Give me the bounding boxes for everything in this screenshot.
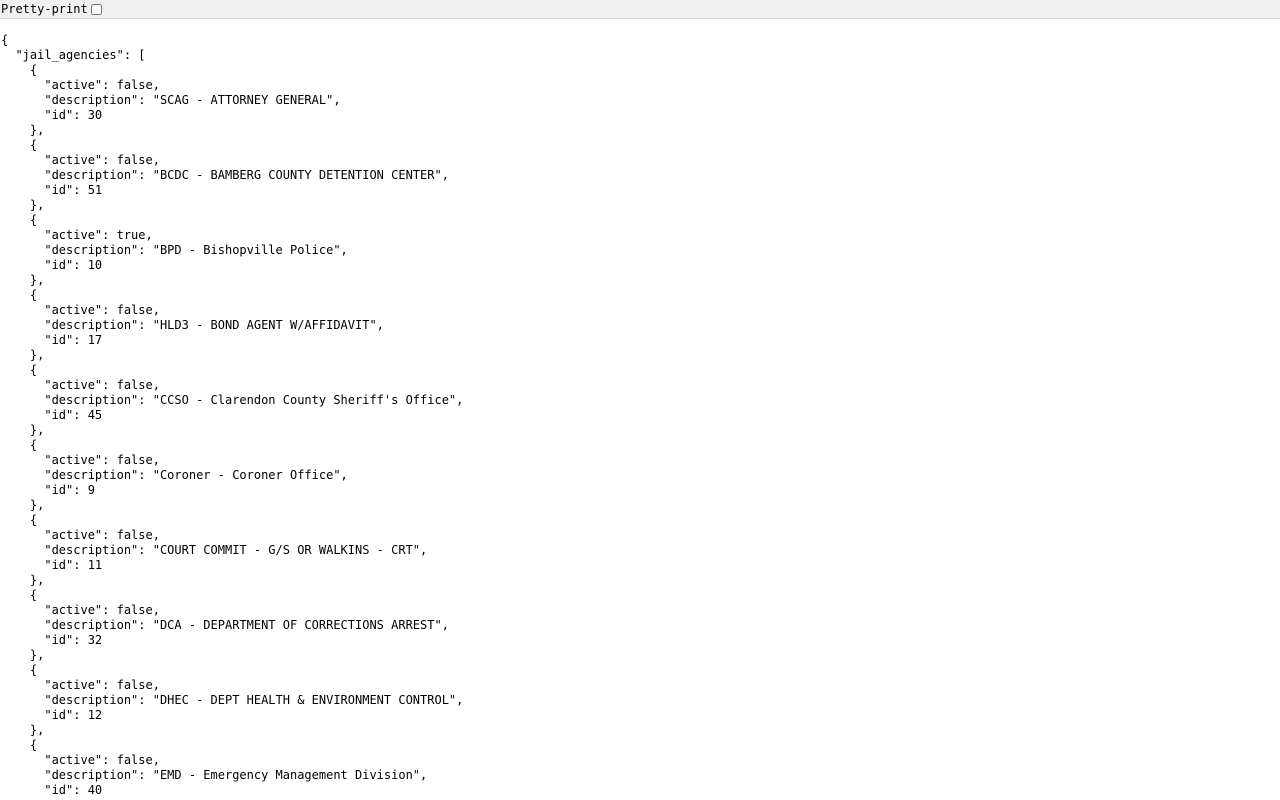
json-description-line: "description": "COURT COMMIT - G/S OR WA… — [1, 543, 428, 557]
json-description-line: "description": "Coroner - Coroner Office… — [1, 468, 348, 482]
json-object-close: }, — [1, 348, 45, 362]
json-description-line: "description": "SCAG - ATTORNEY GENERAL"… — [1, 93, 341, 107]
json-active-line: "active": false, — [1, 153, 160, 167]
json-id-line: "id": 9 — [1, 483, 95, 497]
json-object-open: { — [1, 213, 38, 227]
json-brace-open: { — [1, 33, 9, 47]
json-active-line: "active": true, — [1, 228, 153, 242]
json-description-line: "description": "BCDC - BAMBERG COUNTY DE… — [1, 168, 449, 182]
json-description-line: "description": "CCSO - Clarendon County … — [1, 393, 464, 407]
json-object-close: }, — [1, 273, 45, 287]
json-object-close: }, — [1, 198, 45, 212]
json-active-line: "active": false, — [1, 378, 160, 392]
pretty-print-label[interactable]: Pretty-print — [0, 0, 88, 18]
json-id-line: "id": 10 — [1, 258, 103, 272]
json-object-open: { — [1, 63, 38, 77]
json-id-line: "id": 32 — [1, 633, 103, 647]
json-object-close: }, — [1, 123, 45, 137]
json-object-open: { — [1, 588, 38, 602]
json-active-line: "active": false, — [1, 753, 160, 767]
json-active-line: "active": false, — [1, 78, 160, 92]
json-object-open: { — [1, 663, 38, 677]
json-root-key: "jail_agencies": [ — [1, 48, 146, 62]
json-object-open: { — [1, 138, 38, 152]
json-description-line: "description": "DHEC - DEPT HEALTH & ENV… — [1, 693, 464, 707]
pretty-print-checkbox[interactable] — [90, 3, 102, 15]
json-active-line: "active": false, — [1, 453, 160, 467]
json-id-line: "id": 51 — [1, 183, 103, 197]
json-description-line: "description": "DCA - DEPARTMENT OF CORR… — [1, 618, 449, 632]
json-object-close: }, — [1, 573, 45, 587]
json-object-open: { — [1, 738, 38, 752]
json-object-close: }, — [1, 423, 45, 437]
json-object-open: { — [1, 513, 38, 527]
json-object-close: }, — [1, 498, 45, 512]
json-id-line: "id": 12 — [1, 708, 103, 722]
json-object-close: }, — [1, 723, 45, 737]
json-description-line: "description": "EMD - Emergency Manageme… — [1, 768, 428, 782]
json-description-line: "description": "HLD3 - BOND AGENT W/AFFI… — [1, 318, 384, 332]
json-object-close: }, — [1, 648, 45, 662]
json-description-line: "description": "BPD - Bishopville Police… — [1, 243, 348, 257]
json-object-open: { — [1, 438, 38, 452]
json-id-line: "id": 45 — [1, 408, 103, 422]
json-id-line: "id": 11 — [1, 558, 103, 572]
json-id-line: "id": 40 — [1, 783, 103, 797]
json-active-line: "active": false, — [1, 678, 160, 692]
json-id-line: "id": 17 — [1, 333, 103, 347]
json-object-open: { — [1, 363, 38, 377]
json-active-line: "active": false, — [1, 603, 160, 617]
json-id-line: "id": 30 — [1, 108, 103, 122]
pretty-print-bar: Pretty-print — [0, 0, 1280, 19]
json-document: { "jail_agencies": [ { "active": false, … — [1, 33, 463, 798]
json-object-open: { — [1, 288, 38, 302]
json-active-line: "active": false, — [1, 528, 160, 542]
json-active-line: "active": false, — [1, 303, 160, 317]
